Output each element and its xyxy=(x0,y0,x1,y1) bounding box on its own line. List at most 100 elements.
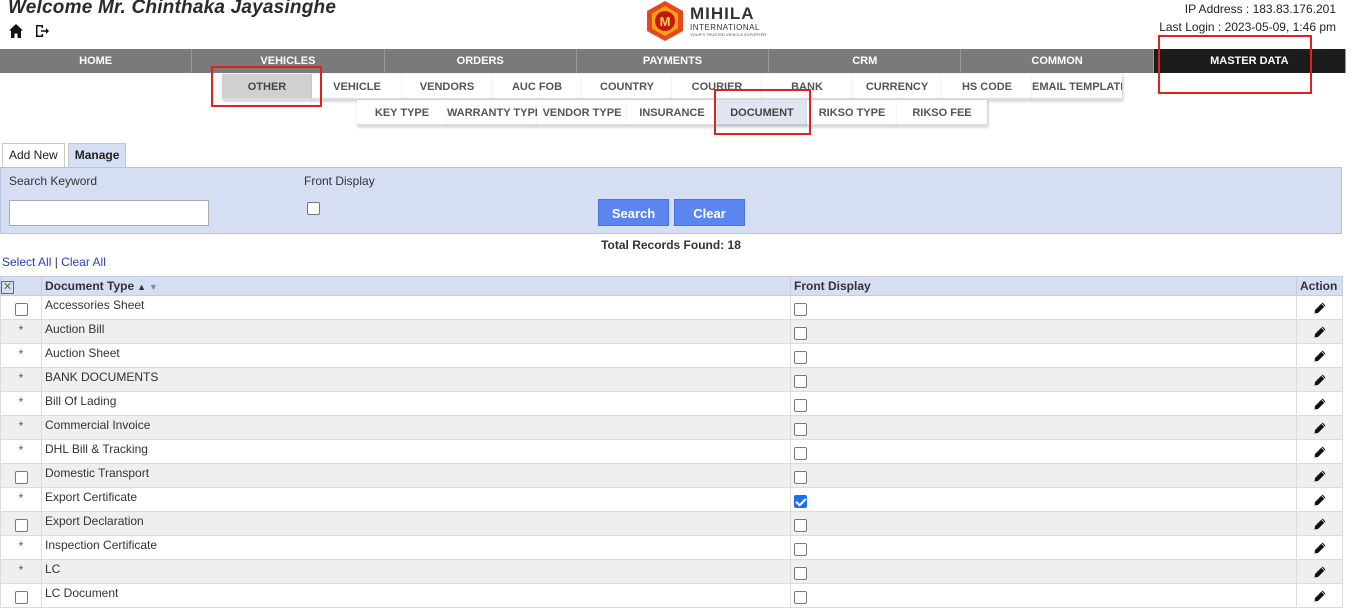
row-marker: * xyxy=(18,563,24,577)
front-display-cell xyxy=(790,511,1297,536)
row-marker: * xyxy=(18,419,24,433)
front-display-cell xyxy=(790,487,1297,512)
table-row: Domestic Transport xyxy=(0,463,1343,488)
edit-pencil-icon[interactable] xyxy=(1313,301,1327,315)
front-display-checkbox[interactable] xyxy=(794,327,807,340)
header-front-display: Front Display xyxy=(790,276,1297,296)
row-select-cell xyxy=(0,511,42,536)
edit-pencil-icon[interactable] xyxy=(1313,517,1327,531)
logo-icon: M xyxy=(647,1,683,41)
row-select-checkbox[interactable] xyxy=(14,471,28,484)
last-login: Last Login : 2023-05-09, 1:46 pm xyxy=(1159,20,1336,34)
highlight-other xyxy=(211,66,322,107)
logo-subtitle: INTERNATIONAL xyxy=(690,23,760,32)
action-cell xyxy=(1296,559,1343,584)
subtab-rikso-fee[interactable]: RIKSO FEE xyxy=(897,100,987,126)
front-display-checkbox[interactable] xyxy=(794,495,807,508)
front-display-checkbox[interactable] xyxy=(794,519,807,532)
edit-pencil-icon[interactable] xyxy=(1313,469,1327,483)
row-select-cell: * xyxy=(0,439,42,464)
nav-crm[interactable]: CRM xyxy=(769,49,962,73)
document-type-cell: LC xyxy=(41,559,791,584)
subtab-key-type[interactable]: KEY TYPE xyxy=(357,100,447,126)
table-row: * Bill Of Lading xyxy=(0,391,1343,416)
clear-all-link[interactable]: Clear All xyxy=(61,255,106,269)
front-display-cell xyxy=(790,535,1297,560)
subtab-vendor-type[interactable]: VENDOR TYPE xyxy=(537,100,627,126)
welcome-text: Welcome Mr. Chinthaka Jayasinghe xyxy=(8,0,337,18)
nav-home[interactable]: HOME xyxy=(0,49,193,73)
subtab-country[interactable]: COUNTRY xyxy=(582,74,672,100)
front-display-checkbox[interactable] xyxy=(794,543,807,556)
row-select-checkbox[interactable] xyxy=(14,303,28,316)
subnav-row-2: KEY TYPE WARRANTY TYPE VENDOR TYPE INSUR… xyxy=(357,100,987,126)
nav-common[interactable]: COMMON xyxy=(961,49,1154,73)
subtab-currency[interactable]: CURRENCY xyxy=(852,74,942,100)
front-display-checkbox[interactable] xyxy=(794,447,807,460)
subtab-warranty-type[interactable]: WARRANTY TYPE xyxy=(447,100,537,126)
document-type-table: ✕ Document Type ▲ ▼ Front Display Action A… xyxy=(0,276,1343,608)
front-display-cell xyxy=(790,439,1297,464)
row-select-cell: * xyxy=(0,487,42,512)
front-display-cell xyxy=(790,367,1297,392)
action-cell xyxy=(1296,487,1343,512)
document-type-cell: Export Certificate xyxy=(41,487,791,512)
subtab-email-template[interactable]: EMAIL TEMPLATE xyxy=(1032,74,1122,100)
select-all-checkbox-icon[interactable]: ✕ xyxy=(1,280,14,294)
subtab-rikso-type[interactable]: RIKSO TYPE xyxy=(807,100,897,126)
edit-pencil-icon[interactable] xyxy=(1313,349,1327,363)
edit-pencil-icon[interactable] xyxy=(1313,589,1327,603)
front-display-checkbox[interactable] xyxy=(794,303,807,316)
search-keyword-label: Search Keyword xyxy=(9,174,98,188)
row-select-checkbox[interactable] xyxy=(14,519,28,532)
row-marker: * xyxy=(18,539,24,553)
home-icon[interactable] xyxy=(8,23,24,39)
header-document-type[interactable]: Document Type ▲ ▼ xyxy=(41,276,791,296)
document-type-cell: Accessories Sheet xyxy=(41,295,791,320)
subnav-row-1: OTHER VEHICLE VENDORS AUC FOB COUNTRY CO… xyxy=(222,74,1122,100)
select-all-header[interactable]: ✕ xyxy=(0,276,42,296)
action-cell xyxy=(1296,439,1343,464)
subtab-vehicle[interactable]: VEHICLE xyxy=(312,74,402,100)
edit-pencil-icon[interactable] xyxy=(1313,325,1327,339)
subtab-auc-fob[interactable]: AUC FOB xyxy=(492,74,582,100)
front-display-checkbox[interactable] xyxy=(794,351,807,364)
edit-pencil-icon[interactable] xyxy=(1313,397,1327,411)
front-display-checkbox[interactable] xyxy=(794,375,807,388)
logout-icon[interactable] xyxy=(34,23,50,39)
select-all-link[interactable]: Select All xyxy=(2,255,51,269)
logo-letter: M xyxy=(660,14,671,29)
highlight-document xyxy=(714,89,811,135)
subtab-vendors[interactable]: VENDORS xyxy=(402,74,492,100)
logo-tagline: YOUR'S TRUSTED VEHICLE EXPORTER xyxy=(690,32,767,37)
subtab-hs-code[interactable]: HS CODE xyxy=(942,74,1032,100)
table-row: * BANK DOCUMENTS xyxy=(0,367,1343,392)
search-keyword-input[interactable] xyxy=(9,200,209,226)
tab-add-new[interactable]: Add New xyxy=(2,143,65,167)
edit-pencil-icon[interactable] xyxy=(1313,421,1327,435)
table-row: * Auction Bill xyxy=(0,319,1343,344)
row-select-cell: * xyxy=(0,535,42,560)
front-display-filter-checkbox[interactable] xyxy=(307,202,320,215)
front-display-checkbox[interactable] xyxy=(794,567,807,580)
edit-pencil-icon[interactable] xyxy=(1313,493,1327,507)
edit-pencil-icon[interactable] xyxy=(1313,445,1327,459)
edit-pencil-icon[interactable] xyxy=(1313,565,1327,579)
front-display-cell xyxy=(790,559,1297,584)
subtab-insurance[interactable]: INSURANCE xyxy=(627,100,717,126)
front-display-checkbox[interactable] xyxy=(794,471,807,484)
row-select-checkbox[interactable] xyxy=(14,591,28,604)
sort-desc-icon[interactable]: ▼ xyxy=(149,282,158,292)
sort-asc-icon[interactable]: ▲ xyxy=(137,282,146,292)
front-display-checkbox[interactable] xyxy=(794,399,807,412)
nav-payments[interactable]: PAYMENTS xyxy=(577,49,770,73)
clear-button[interactable]: Clear xyxy=(674,199,745,226)
front-display-checkbox[interactable] xyxy=(794,591,807,604)
tab-manage[interactable]: Manage xyxy=(67,143,127,167)
main-nav: HOME VEHICLES ORDERS PAYMENTS CRM COMMON… xyxy=(0,49,1346,73)
edit-pencil-icon[interactable] xyxy=(1313,541,1327,555)
nav-orders[interactable]: ORDERS xyxy=(385,49,577,73)
edit-pencil-icon[interactable] xyxy=(1313,373,1327,387)
search-button[interactable]: Search xyxy=(598,199,669,226)
front-display-checkbox[interactable] xyxy=(794,423,807,436)
